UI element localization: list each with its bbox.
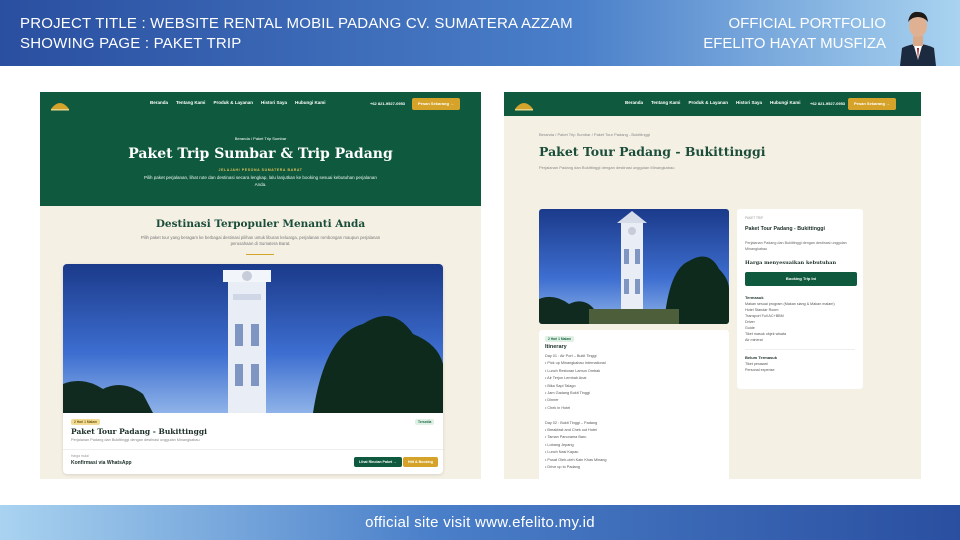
included-list: Makan sesuai program (Makan siang & Maka…	[745, 301, 835, 343]
nav-link-produk[interactable]: Produk & Layanan	[688, 100, 728, 105]
section-divider	[246, 254, 274, 255]
itinerary-line: • Pick up Minangkabau International	[545, 361, 606, 366]
booking-trip-button[interactable]: Booking Trip Ini	[745, 272, 857, 286]
itinerary-line: • Air Terjun Lembah Anai	[545, 376, 587, 381]
nav-link-hubungi[interactable]: Hubungi Kami	[770, 100, 801, 105]
itinerary-line: • Jam Gadang Bukit Tinggi	[545, 391, 590, 396]
card-mini-label: Harga mulai	[71, 454, 89, 458]
nav-link-produk[interactable]: Produk & Layanan	[213, 100, 253, 105]
brand-logo-icon[interactable]	[50, 98, 70, 111]
author-avatar	[894, 4, 942, 66]
nav-cta-button[interactable]: Pesan Sekarang →	[412, 98, 461, 110]
card-divider	[63, 449, 443, 450]
excluded-item: Personal expense	[745, 368, 775, 372]
nav-link-histori[interactable]: Histori Saya	[261, 100, 287, 105]
page-title: Paket Trip Sumbar & Trip Padang	[128, 146, 393, 162]
page-title: Paket Tour Padang - Bukittinggi	[539, 144, 766, 159]
nav-phone[interactable]: +62 821-9527-0953	[810, 101, 845, 106]
duration-badge: 2 Hari 1 Malam	[545, 336, 575, 342]
breadcrumb: Beranda / Paket Trip Sumbar / Paket Tour…	[539, 132, 650, 137]
nav-cta-button[interactable]: Pesan Sekarang →	[848, 98, 897, 110]
price-label: Harga menyesuaikan kebutuhan	[745, 260, 837, 266]
portfolio-info: OFFICIAL PORTFOLIO EFELITO HAYAT MUSFIZA	[703, 14, 886, 54]
itinerary-line: • Chek in Hotel	[545, 405, 571, 410]
itinerary-line: • Breakfast and Chek out Hotel	[545, 428, 597, 433]
itinerary-spacer	[545, 412, 606, 419]
itinerary-line: • Lunch Restoran Lamun Ombak	[545, 368, 601, 373]
nav-link-tentang[interactable]: Tentang Kami	[651, 100, 680, 105]
itinerary-line: Day 02 : Bukit Tinggi – Padang	[545, 420, 598, 425]
section-description: Pilih paket tour yang beragam ke berbaga…	[140, 235, 381, 246]
included-title: Termasuk	[745, 295, 764, 300]
nav-link-histori[interactable]: Histori Saya	[736, 100, 762, 105]
itinerary-line: • Dinner	[545, 398, 559, 403]
confirm-whatsapp-label: Konfirmasi via WhatsApp	[71, 460, 132, 466]
hero-section: Beranda / Paket Trip Sumbar Paket Trip S…	[40, 116, 481, 206]
nav-link-beranda[interactable]: Beranda	[625, 100, 643, 105]
navbar: Beranda Tentang Kami Produk & Layanan Hi…	[504, 92, 921, 116]
nav-link-tentang[interactable]: Tentang Kami	[176, 100, 205, 105]
breadcrumb: Beranda / Paket Trip Sumbar	[234, 136, 287, 141]
jam-gadang-image	[63, 264, 443, 413]
sidebar-kicker: PAKET TRIP	[745, 216, 764, 220]
nav-links: Beranda Tentang Kami Produk & Layanan Hi…	[150, 100, 325, 105]
nav-link-beranda[interactable]: Beranda	[150, 100, 168, 105]
showing-page: SHOWING PAGE : PAKET TRIP	[20, 35, 242, 52]
hero-description: Pilih paket perjalanan, lihat rute dan d…	[144, 175, 377, 187]
itinerary-line: Day 01 : Air Port – Bukit Tinggi	[545, 354, 597, 358]
detail-package-button[interactable]: Lihat Rincian Paket →	[354, 457, 402, 467]
sidebar-divider	[745, 349, 855, 350]
footer-banner[interactable]: official site visit www.efelito.my.id	[0, 505, 960, 540]
included-item: Air mineral	[745, 338, 763, 342]
section-title: Destinasi Terpopuler Menanti Anda	[155, 218, 366, 230]
itinerary-list: Day 01 : Air Port – Bukit Tinggi • Pick …	[545, 353, 606, 471]
excluded-title: Belum Termasuk	[745, 355, 777, 360]
nav-link-hubungi[interactable]: Hubungi Kami	[295, 100, 326, 105]
itinerary-line: • Drive up to Padang	[545, 465, 580, 470]
brand-logo-icon[interactable]	[514, 98, 534, 111]
card-description: Perjalanan Padang dan Bukittinggi dengan…	[71, 438, 200, 442]
itinerary-line: • Lunch Nasi Kapau	[545, 450, 579, 455]
author-name: EFELITO HAYAT MUSFIZA	[703, 35, 886, 52]
itinerary-line: • Lobang Jepang	[545, 442, 574, 447]
itinerary-line: • Taman Panorama Baru	[545, 435, 587, 440]
project-title: PROJECT TITLE : WEBSITE RENTAL MOBIL PAD…	[20, 15, 573, 32]
nav-phone[interactable]: +62 821-9527-0953	[370, 101, 405, 106]
project-info: PROJECT TITLE : WEBSITE RENTAL MOBIL PAD…	[20, 14, 573, 54]
screenshot-paket-detail: Beranda Tentang Kami Produk & Layanan Hi…	[504, 92, 921, 479]
page-description: Perjalanan Padang dan Bukittinggi dengan…	[539, 165, 675, 170]
sidebar-description: Perjalanan Padang dan Bukittinggi dengan…	[745, 241, 847, 251]
jam-gadang-image	[539, 209, 729, 324]
sidebar-title: Paket Tour Padang - Bukittinggi	[745, 226, 825, 232]
booking-sidebar: PAKET TRIP Paket Tour Padang - Bukitting…	[737, 209, 863, 389]
portfolio-label: OFFICIAL PORTFOLIO	[728, 15, 886, 32]
booking-button[interactable]: Hitt & Booking	[403, 457, 438, 467]
itinerary-line: • Pusat Oleh-oleh Kain Khas Minang	[545, 457, 607, 462]
duration-badge: 2 Hari 1 Malam	[71, 419, 101, 425]
excluded-list: Tiket pesawat Personal expense	[745, 361, 775, 373]
screenshot-paket-trip: Beranda Tentang Kami Produk & Layanan Hi…	[40, 92, 481, 479]
itinerary-line: • Bika Sapi Talago	[545, 383, 576, 388]
itinerary-title: Itinerary	[545, 344, 567, 350]
navbar: Beranda Tentang Kami Produk & Layanan Hi…	[40, 92, 481, 116]
hero-kicker: JELAJAHI PESONA SUMATERA BARAT	[218, 168, 303, 172]
status-badge: Tersedia	[415, 419, 435, 425]
nav-links: Beranda Tentang Kami Produk & Layanan Hi…	[625, 100, 800, 105]
itinerary-card: 2 Hari 1 Malam Itinerary Day 01 : Air Po…	[539, 330, 729, 479]
top-banner: PROJECT TITLE : WEBSITE RENTAL MOBIL PAD…	[0, 0, 960, 66]
card-title[interactable]: Paket Tour Padang - Bukittinggi	[71, 427, 207, 436]
package-card[interactable]: 2 Hari 1 Malam Tersedia Paket Tour Padan…	[63, 264, 443, 474]
